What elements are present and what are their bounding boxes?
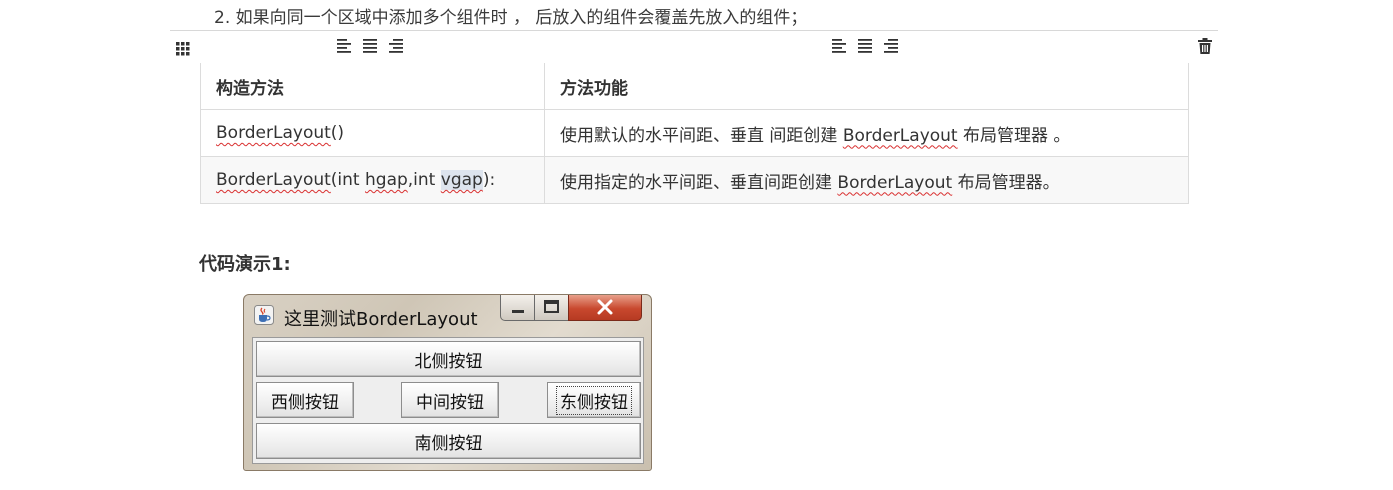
method-params: (int — [330, 170, 365, 190]
align-right-icon[interactable] — [883, 37, 899, 53]
class-name: BorderLayout — [842, 125, 958, 146]
table-row: BorderLayout(int hgap,int vgap): 使用指定的水平… — [200, 156, 1189, 204]
align-center-icon[interactable] — [362, 37, 378, 53]
description-cell: 使用默认的水平间距、垂直 间距创建 BorderLayout 布局管理器 。 — [544, 109, 1189, 157]
center-button-label: 中间按钮 — [416, 392, 484, 413]
method-cell: BorderLayout() — [200, 109, 545, 157]
header-function: 方法功能 — [544, 63, 1189, 110]
maximize-button[interactable] — [534, 295, 569, 321]
param-vgap: vgap — [440, 170, 483, 190]
column2-align-group — [831, 37, 899, 53]
west-button-label: 西侧按钮 — [271, 392, 339, 413]
desc-text: 布局管理器。 — [952, 172, 1060, 193]
column1-align-group — [336, 37, 404, 53]
param-hgap: hgap — [365, 170, 408, 190]
align-right-icon[interactable] — [388, 37, 404, 53]
align-center-icon[interactable] — [857, 37, 873, 53]
align-left-icon[interactable] — [336, 37, 352, 53]
window-content-pane: 北侧按钮 西侧按钮 中间按钮 东侧按钮 南侧按钮 — [252, 337, 644, 464]
north-button-label: 北侧按钮 — [414, 351, 483, 372]
south-button[interactable]: 南侧按钮 — [256, 423, 641, 459]
desc-text: 布局管理器 。 — [957, 125, 1071, 146]
borderlayout-demo-window: 这里测试BorderLayout 北侧按钮 西侧按钮 中间按钮 东侧按钮 南侧按… — [243, 294, 652, 471]
window-controls — [500, 295, 642, 321]
trash-icon[interactable] — [1198, 38, 1212, 58]
close-button[interactable] — [568, 295, 642, 321]
intro-paragraph: 2. 如果向同一个区域中添加多个组件时 ， 后放入的组件会覆盖先放入的组件； — [214, 8, 808, 28]
minimize-button[interactable] — [500, 295, 535, 321]
class-name: BorderLayout — [837, 172, 953, 193]
table-header-row: 构造方法 方法功能 — [200, 63, 1189, 110]
align-left-icon[interactable] — [831, 37, 847, 53]
minimize-icon — [512, 310, 524, 313]
constructor-table: 构造方法 方法功能 BorderLayout() 使用默认的水平间距、垂直 间距… — [200, 63, 1189, 204]
class-name: BorderLayout — [216, 170, 331, 190]
west-button[interactable]: 西侧按钮 — [256, 382, 354, 418]
section-subtitle: 代码演示1: — [199, 254, 291, 275]
java-cup-icon — [254, 305, 274, 325]
desc-text: 使用指定的水平间距、垂直间距创建 — [560, 172, 838, 193]
class-name: BorderLayout — [216, 123, 331, 143]
table-toolbar — [170, 30, 1218, 63]
center-button[interactable]: 中间按钮 — [401, 382, 499, 418]
maximize-icon — [544, 300, 559, 313]
window-title: 这里测试BorderLayout — [284, 309, 478, 330]
table-row: BorderLayout() 使用默认的水平间距、垂直 间距创建 BorderL… — [200, 109, 1189, 157]
window-titlebar[interactable]: 这里测试BorderLayout — [244, 295, 651, 331]
method-cell: BorderLayout(int hgap,int vgap): — [200, 156, 545, 204]
close-icon — [597, 299, 613, 315]
method-params: ,int — [407, 170, 441, 190]
header-constructor: 构造方法 — [200, 63, 545, 110]
description-cell: 使用指定的水平间距、垂直间距创建 BorderLayout 布局管理器。 — [544, 156, 1189, 204]
east-button-label: 东侧按钮 — [556, 385, 632, 415]
method-params: () — [330, 123, 345, 143]
east-button[interactable]: 东侧按钮 — [547, 382, 641, 418]
desc-text: 使用默认的水平间距、垂直 间距创建 — [560, 125, 843, 146]
north-button[interactable]: 北侧按钮 — [256, 341, 641, 377]
south-button-label: 南侧按钮 — [414, 433, 483, 454]
grid-drag-icon[interactable] — [176, 41, 190, 60]
method-params: ): — [482, 170, 496, 190]
